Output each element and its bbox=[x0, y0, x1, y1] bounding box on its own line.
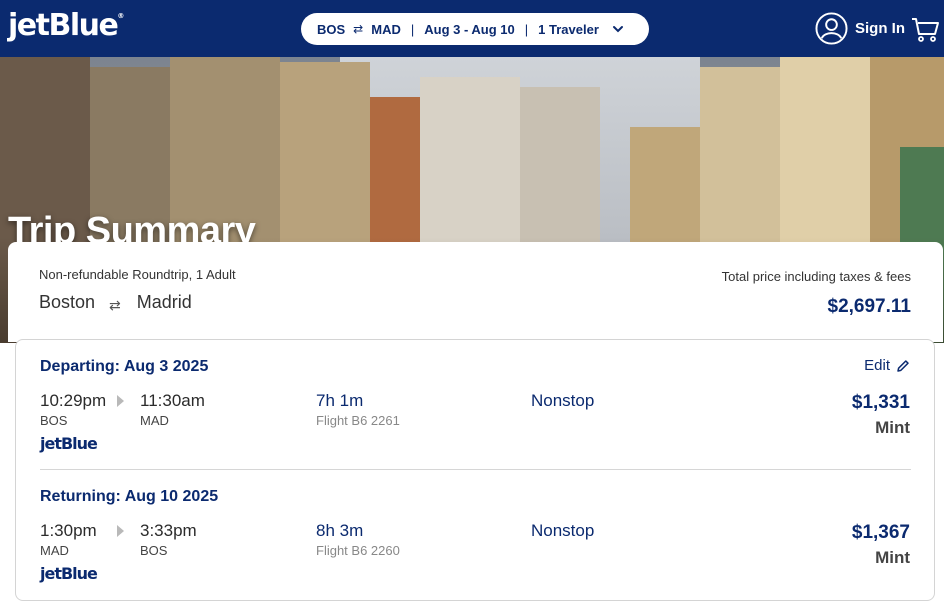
trip-summary-card: Non-refundable Roundtrip, 1 Adult Boston… bbox=[8, 242, 943, 342]
segment-price: $1,331 bbox=[851, 392, 910, 413]
carrier-logo: jetBlue bbox=[40, 434, 98, 453]
swap-arrows-icon: ⇄ bbox=[109, 297, 121, 313]
edit-button[interactable]: Edit bbox=[864, 357, 910, 374]
search-separator: | bbox=[410, 21, 415, 37]
search-dates: Aug 3 - Aug 10 bbox=[424, 21, 515, 37]
segment-divider bbox=[40, 469, 911, 470]
carrier-logo: jetBlue bbox=[40, 564, 98, 583]
fare-type-label: Non-refundable Roundtrip, 1 Adult bbox=[39, 267, 236, 282]
flight-duration: 7h 1m bbox=[316, 391, 364, 410]
flight-search-pill[interactable]: BOS ⇄ MAD | Aug 3 - Aug 10 | 1 Traveler bbox=[301, 13, 649, 45]
origin-city: Boston bbox=[39, 292, 96, 312]
total-price-label: Total price including taxes & fees bbox=[721, 269, 911, 284]
shopping-cart-icon[interactable] bbox=[910, 14, 940, 44]
top-nav-bar: jetBlue® BOS ⇄ MAD | Aug 3 - Aug 10 | 1 … bbox=[0, 0, 944, 57]
destination-city: Madrid bbox=[136, 292, 192, 312]
sign-in-button[interactable]: Sign In bbox=[815, 12, 905, 45]
search-travelers: 1 Traveler bbox=[538, 21, 599, 37]
returning-title: Returning: Aug 10 2025 bbox=[40, 488, 219, 505]
flight-number: Flight B6 2260 bbox=[316, 543, 400, 558]
flight-stops: Nonstop bbox=[531, 391, 595, 410]
segment-price: $1,367 bbox=[851, 522, 910, 543]
arrive-time: 11:30am bbox=[140, 391, 205, 410]
edit-label: Edit bbox=[864, 357, 890, 374]
jetblue-logo[interactable]: jetBlue® bbox=[8, 8, 124, 43]
arrow-right-icon bbox=[117, 395, 124, 407]
chevron-down-icon[interactable] bbox=[611, 22, 625, 36]
depart-airport-code: MAD bbox=[40, 543, 69, 558]
arrive-time: 3:33pm bbox=[140, 521, 197, 540]
flight-number: Flight B6 2261 bbox=[316, 413, 400, 428]
user-circle-icon bbox=[815, 12, 848, 45]
depart-airport-code: BOS bbox=[40, 413, 68, 428]
search-origin: BOS bbox=[317, 21, 346, 37]
flight-stops: Nonstop bbox=[531, 521, 595, 540]
flight-duration: 8h 3m bbox=[316, 521, 364, 540]
swap-arrows-icon: ⇄ bbox=[353, 22, 364, 36]
cabin-class: Mint bbox=[875, 548, 910, 567]
arrive-airport-code: BOS bbox=[140, 543, 168, 558]
route-summary: Boston ⇄ Madrid bbox=[39, 292, 192, 313]
cabin-class: Mint bbox=[875, 418, 910, 437]
search-separator: | bbox=[524, 21, 529, 37]
sign-in-label: Sign In bbox=[855, 20, 905, 37]
search-destination: MAD bbox=[371, 21, 401, 37]
pencil-icon bbox=[897, 359, 909, 372]
departing-title: Departing: Aug 3 2025 bbox=[40, 358, 209, 375]
depart-time: 1:30pm bbox=[40, 521, 97, 540]
flight-details-card: Departing: Aug 3 2025 Edit 10:29pm BOS 1… bbox=[15, 339, 935, 601]
arrive-airport-code: MAD bbox=[140, 413, 169, 428]
depart-time: 10:29pm bbox=[40, 391, 107, 410]
arrow-right-icon bbox=[117, 525, 124, 537]
total-price: $2,697.11 bbox=[827, 296, 911, 317]
